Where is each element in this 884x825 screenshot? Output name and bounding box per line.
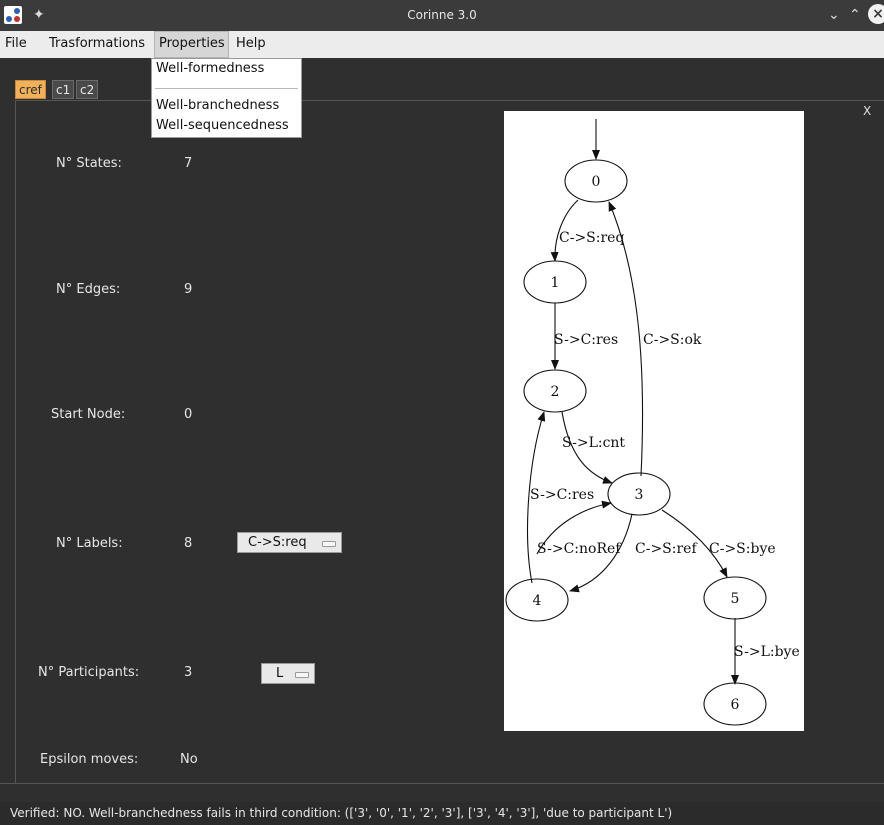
edge-label-3-0: C->S:ok	[643, 332, 702, 348]
labels-value: 8	[184, 536, 193, 551]
node-label-3: 3	[635, 487, 644, 503]
epsilon-value: No	[180, 752, 198, 767]
combobox-arrow-icon	[322, 541, 336, 547]
divider	[0, 783, 884, 784]
menu-separator	[155, 88, 298, 89]
labels-combobox[interactable]: C->S:req	[237, 532, 342, 553]
close-icon[interactable]: ×	[868, 4, 884, 24]
menu-properties[interactable]: Properties	[154, 31, 229, 58]
close-tab-button[interactable]: X	[863, 104, 871, 118]
states-value: 7	[184, 156, 193, 171]
graph-image: 0 1 2 3 4 5 6 C->S:req S->C:res C->S:ok …	[504, 111, 804, 731]
edge-label-3-5: C->S:bye	[709, 541, 776, 557]
status-text: Verified: NO. Well-branchedness fails in…	[10, 806, 673, 820]
menu-file[interactable]: File	[1, 31, 31, 58]
edge-label-4-3: S->C:noRef	[537, 541, 622, 557]
node-label-5: 5	[731, 591, 740, 607]
labels-combobox-value: C->S:req	[248, 535, 307, 550]
start-node-value: 0	[184, 407, 193, 422]
properties-dropdown: Well-formedness Well-branchedness Well-s…	[151, 58, 302, 138]
participants-value: 3	[184, 665, 193, 680]
node-label-1: 1	[551, 275, 560, 291]
edge-label-2-3: S->L:cnt	[562, 435, 625, 451]
menu-item-well-sequencedness[interactable]: Well-sequencedness	[156, 118, 289, 133]
start-node-label: Start Node:	[51, 407, 126, 422]
participants-combobox[interactable]: L	[261, 663, 315, 684]
node-label-0: 0	[592, 174, 601, 190]
window-title: Corinne 3.0	[407, 8, 477, 22]
combobox-arrow-icon	[295, 672, 309, 678]
node-label-2: 2	[551, 384, 560, 400]
chevron-down-icon[interactable]: ⌄	[828, 5, 840, 25]
node-label-6: 6	[731, 697, 740, 713]
menu-bar: File Trasformations Properties Help	[0, 31, 884, 58]
edges-value: 9	[184, 282, 193, 297]
menu-help[interactable]: Help	[232, 31, 270, 58]
tab-c2[interactable]: c2	[76, 80, 99, 99]
participants-combobox-value: L	[276, 666, 284, 681]
status-bar: Verified: NO. Well-branchedness fails in…	[0, 802, 884, 825]
labels-label: N° Labels:	[56, 536, 123, 551]
states-label: N° States:	[56, 156, 122, 171]
chevron-up-icon[interactable]: ⌃	[849, 5, 861, 25]
edges-label: N° Edges:	[56, 282, 121, 297]
edge-label-3-4: C->S:ref	[635, 541, 698, 557]
menu-trasformations[interactable]: Trasformations	[45, 31, 149, 58]
edge-label-1-2: S->C:res	[554, 332, 618, 348]
title-bar: ✦ Corinne 3.0 ⌄ ⌃ ×	[0, 0, 884, 31]
edge-label-5-6: S->L:bye	[734, 644, 800, 660]
menu-item-well-branchedness[interactable]: Well-branchedness	[156, 98, 279, 113]
edge-label-0-1: C->S:req	[559, 230, 624, 246]
tab-c1[interactable]: c1	[52, 80, 75, 99]
menu-item-well-formedness[interactable]: Well-formedness	[156, 61, 264, 76]
participants-label: N° Participants:	[38, 665, 140, 680]
node-label-4: 4	[533, 593, 542, 609]
edge-label-4-2: S->C:res	[530, 487, 594, 503]
epsilon-label: Epsilon moves:	[40, 752, 139, 767]
tab-cref[interactable]: cref	[15, 80, 46, 99]
